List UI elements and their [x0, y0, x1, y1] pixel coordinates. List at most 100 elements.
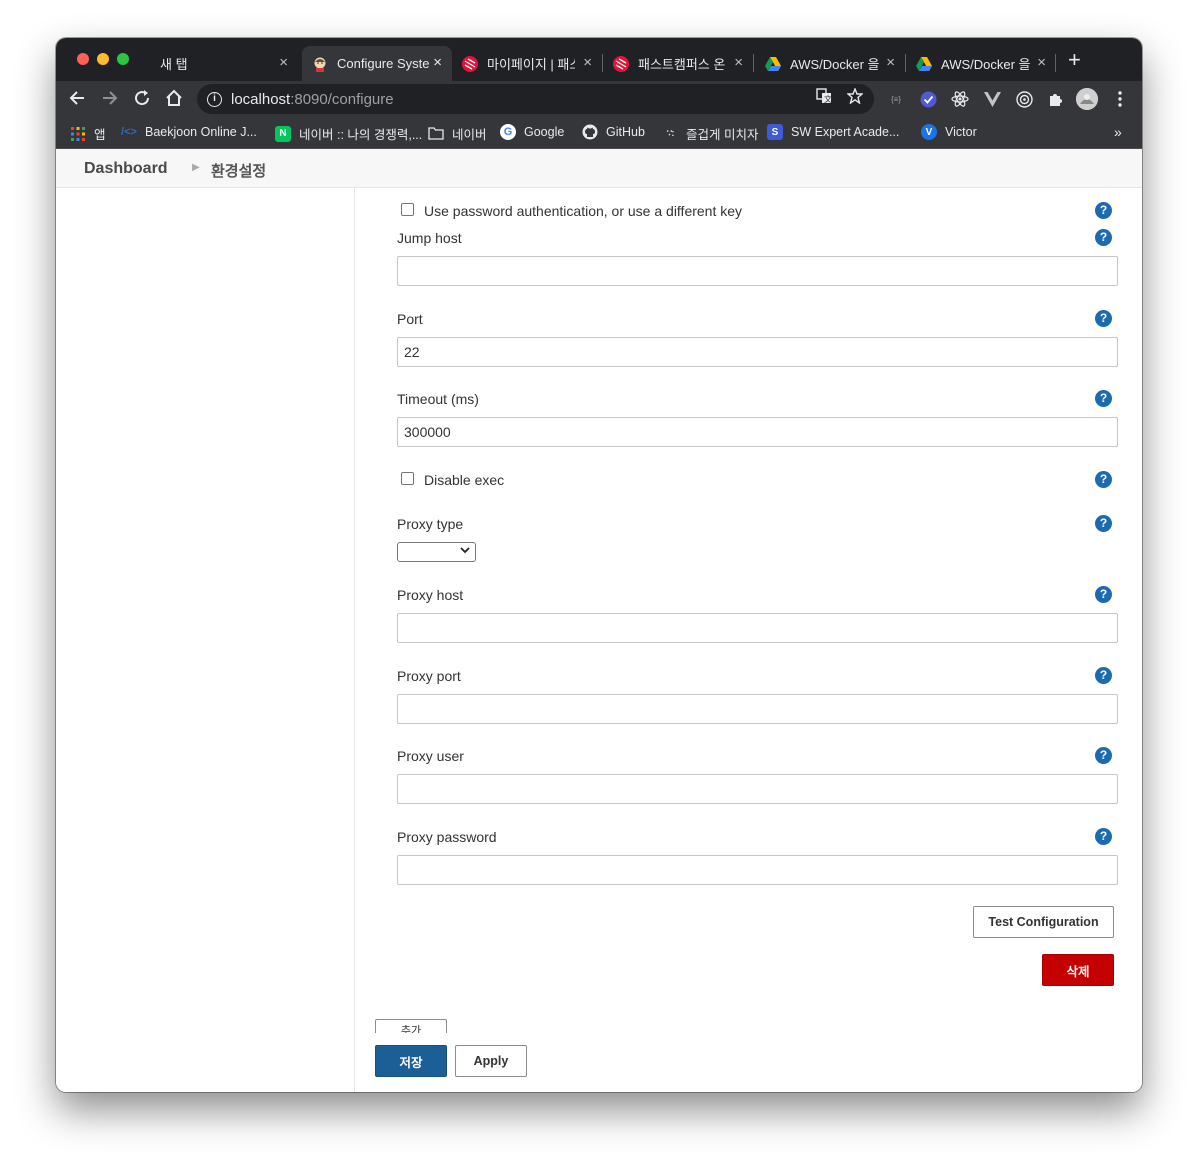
- proxy-host-input[interactable]: [397, 613, 1118, 643]
- close-icon[interactable]: ×: [433, 55, 442, 71]
- proxy-host-label: Proxy host: [397, 587, 464, 603]
- use-password-checkbox[interactable]: [401, 203, 414, 216]
- maximize-window-button[interactable]: [117, 53, 129, 65]
- jenkins-icon: [312, 56, 328, 72]
- bookmark-label: 네이버: [452, 128, 487, 142]
- help-icon[interactable]: ?: [1095, 310, 1112, 327]
- bookmarks-bar: 앱 /<> Baekjoon Online J... N 네이버 :: 나의 경…: [56, 117, 1142, 149]
- close-icon[interactable]: ×: [1037, 55, 1046, 71]
- help-icon[interactable]: ?: [1095, 747, 1112, 764]
- bookmark-baekjoon[interactable]: /<> Baekjoon Online J...: [121, 124, 257, 140]
- proxy-type-label: Proxy type: [397, 516, 464, 532]
- react-devtools-icon[interactable]: [951, 90, 969, 108]
- jump-host-input[interactable]: [397, 256, 1118, 286]
- profile-avatar-icon[interactable]: [1076, 88, 1098, 110]
- close-icon[interactable]: ×: [734, 55, 743, 71]
- proxy-port-input[interactable]: [397, 694, 1118, 724]
- url-text: localhost:8090/configure: [231, 90, 394, 108]
- tab-configure-system[interactable]: Configure Syste ×: [302, 46, 452, 81]
- bookmark-naver-competitiveness[interactable]: N 네이버 :: 나의 경쟁력,...: [275, 124, 422, 143]
- bookmark-jeulgeopge[interactable]: ∵: 즐겁게 미치자: [662, 124, 759, 143]
- proxy-user-label: Proxy user: [397, 748, 464, 764]
- close-window-button[interactable]: [77, 53, 89, 65]
- delete-button[interactable]: 삭제: [1042, 954, 1114, 986]
- use-password-label: Use password authentication, or use a di…: [424, 203, 743, 219]
- bookmark-star-icon[interactable]: [846, 87, 864, 108]
- fastcampus-icon: [462, 55, 478, 72]
- tab-separator: [602, 54, 603, 72]
- apply-button[interactable]: Apply: [455, 1045, 527, 1077]
- bookmark-label: 즐겁게 미치자: [686, 128, 759, 142]
- close-icon[interactable]: ×: [279, 55, 288, 71]
- help-icon[interactable]: ?: [1095, 202, 1112, 219]
- add-button[interactable]: 추가: [375, 1019, 447, 1033]
- tab-fastcampus-mypage[interactable]: 마이페이지 | 패스트 ×: [462, 46, 602, 81]
- bookmark-label: 네이버 :: 나의 경쟁력,...: [299, 128, 423, 142]
- breadcrumb-dashboard-link[interactable]: Dashboard: [84, 160, 168, 178]
- help-icon[interactable]: ?: [1095, 515, 1112, 532]
- bookmark-github[interactable]: GitHub: [582, 124, 645, 140]
- bookmark-label: 앱: [94, 128, 106, 142]
- fastcampus-icon: [613, 55, 629, 72]
- extension-icon[interactable]: {≡}: [887, 90, 905, 108]
- bookmarks-overflow-button[interactable]: »: [1114, 124, 1122, 140]
- bookmark-sw-expert-academy[interactable]: S SW Expert Acade...: [767, 124, 899, 140]
- forward-arrow-icon[interactable]: [100, 89, 120, 109]
- google-drive-icon: [916, 56, 932, 72]
- disable-exec-label: Disable exec: [424, 472, 505, 488]
- bookmark-label: SW Expert Acade...: [791, 125, 900, 139]
- help-icon[interactable]: ?: [1095, 471, 1112, 488]
- proxy-user-input[interactable]: [397, 774, 1118, 804]
- code-icon: /<>: [121, 126, 137, 138]
- bookmark-google[interactable]: G Google: [500, 124, 564, 140]
- bookmark-apps[interactable]: 앱: [70, 124, 106, 143]
- browser-toolbar: i localhost:8090/configure 文 {≡}: [56, 81, 1142, 117]
- help-icon[interactable]: ?: [1095, 667, 1112, 684]
- site-info-icon[interactable]: i: [207, 91, 222, 107]
- tab-aws-docker-1[interactable]: AWS/Docker 을 ×: [765, 46, 905, 81]
- bookmark-label: Victor: [945, 125, 977, 139]
- bookmark-label: Baekjoon Online J...: [145, 125, 257, 139]
- tab-new-tab[interactable]: 새 탭 ×: [152, 46, 298, 81]
- save-button[interactable]: 저장: [375, 1045, 447, 1077]
- kebab-menu-icon[interactable]: [1111, 90, 1129, 108]
- help-icon[interactable]: ?: [1095, 828, 1112, 845]
- extensions-puzzle-icon[interactable]: [1047, 90, 1065, 108]
- close-icon[interactable]: ×: [583, 55, 592, 71]
- vue-devtools-icon[interactable]: [983, 90, 1001, 108]
- disable-exec-checkbox[interactable]: [401, 472, 414, 485]
- timeout-input[interactable]: [397, 417, 1118, 447]
- tab-title: 새 탭: [160, 57, 188, 72]
- minimize-window-button[interactable]: [97, 53, 109, 65]
- home-icon[interactable]: [164, 89, 184, 109]
- dots-icon: ∵:: [666, 128, 675, 138]
- test-configuration-button[interactable]: Test Configuration: [973, 906, 1114, 938]
- port-input[interactable]: [397, 337, 1118, 367]
- help-icon[interactable]: ?: [1095, 586, 1112, 603]
- breadcrumb: Dashboard ▶ 환경설정: [56, 149, 1142, 188]
- port-label: Port: [397, 311, 423, 327]
- translate-icon[interactable]: 文: [816, 88, 832, 108]
- proxy-type-select[interactable]: [397, 542, 476, 562]
- target-extension-icon[interactable]: [1015, 90, 1033, 108]
- new-tab-button[interactable]: +: [1068, 49, 1081, 71]
- proxy-password-label: Proxy password: [397, 829, 497, 845]
- swea-icon: S: [767, 124, 783, 140]
- help-icon[interactable]: ?: [1095, 229, 1112, 246]
- bookmark-naver-folder[interactable]: 네이버: [428, 124, 487, 143]
- tab-aws-docker-2[interactable]: AWS/Docker 을 ×: [916, 46, 1056, 81]
- tab-fastcampus-online[interactable]: 패스트캠퍼스 온라 ×: [613, 46, 753, 81]
- proxy-password-input[interactable]: [397, 855, 1118, 885]
- bookmark-label: Google: [524, 125, 565, 139]
- reload-icon[interactable]: [132, 89, 152, 109]
- help-icon[interactable]: ?: [1095, 390, 1112, 407]
- extension-check-icon[interactable]: [919, 90, 937, 108]
- breadcrumb-current[interactable]: 환경설정: [211, 160, 266, 181]
- close-icon[interactable]: ×: [886, 55, 895, 71]
- tab-title: 마이페이지 | 패스트: [487, 57, 575, 72]
- google-icon: G: [500, 124, 516, 140]
- back-arrow-icon[interactable]: [67, 89, 87, 109]
- svg-text:文: 文: [824, 94, 832, 104]
- bookmark-victor[interactable]: V Victor: [921, 124, 977, 140]
- address-bar[interactable]: i localhost:8090/configure: [197, 84, 874, 114]
